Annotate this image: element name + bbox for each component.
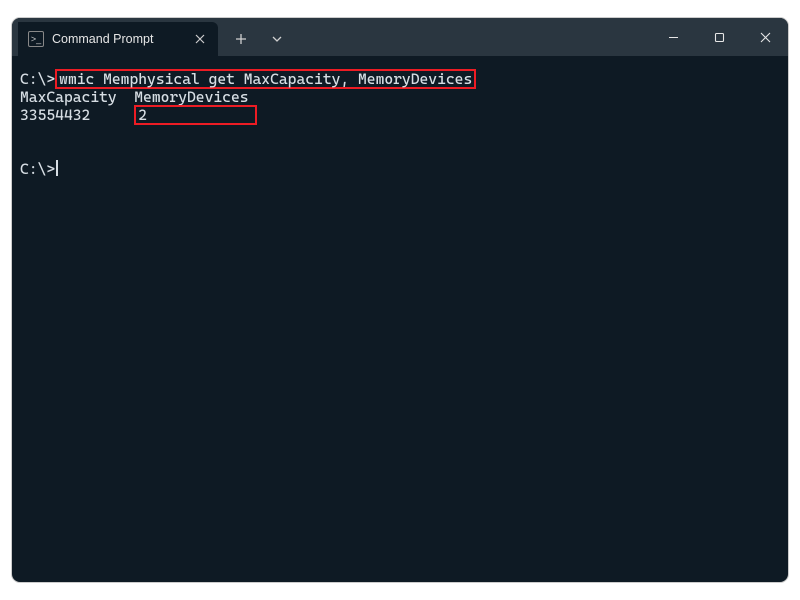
cell-memorydevices: 2 (138, 106, 252, 124)
command-text: wmic Memphysical get MaxCapacity, Memory… (59, 70, 472, 88)
tab-close-button[interactable] (192, 31, 208, 47)
plus-icon (235, 33, 247, 45)
text-cursor (56, 160, 58, 176)
titlebar[interactable]: >_ Command Prompt (12, 18, 788, 56)
column-header-memorydevices: MemoryDevices (134, 88, 248, 106)
tab-title: Command Prompt (52, 32, 184, 46)
prompt: C:\> (20, 160, 55, 178)
maximize-icon (714, 32, 725, 43)
terminal-body[interactable]: C:\>wmic Memphysical get MaxCapacity, Me… (12, 56, 788, 186)
cell-memorydevices-highlight: 2 (134, 105, 256, 125)
close-icon (760, 32, 771, 43)
prompt: C:\> (20, 70, 55, 88)
window-close-button[interactable] (742, 18, 788, 56)
close-icon (195, 34, 205, 44)
command-prompt-icon: >_ (28, 31, 44, 47)
new-tab-button[interactable] (226, 24, 256, 54)
chevron-down-icon (271, 33, 283, 45)
tab-dropdown-button[interactable] (262, 24, 292, 54)
maximize-button[interactable] (696, 18, 742, 56)
minimize-button[interactable] (650, 18, 696, 56)
titlebar-drag-region[interactable] (292, 18, 650, 56)
tabstrip-controls (218, 18, 292, 56)
minimize-icon (668, 32, 679, 43)
tab-command-prompt[interactable]: >_ Command Prompt (18, 22, 218, 56)
cell-maxcapacity: 33554432 (20, 106, 90, 124)
window-controls (650, 18, 788, 56)
command-highlight: wmic Memphysical get MaxCapacity, Memory… (55, 69, 476, 89)
column-header-maxcapacity: MaxCapacity (20, 88, 117, 106)
terminal-window: >_ Command Prompt C: (12, 18, 788, 582)
